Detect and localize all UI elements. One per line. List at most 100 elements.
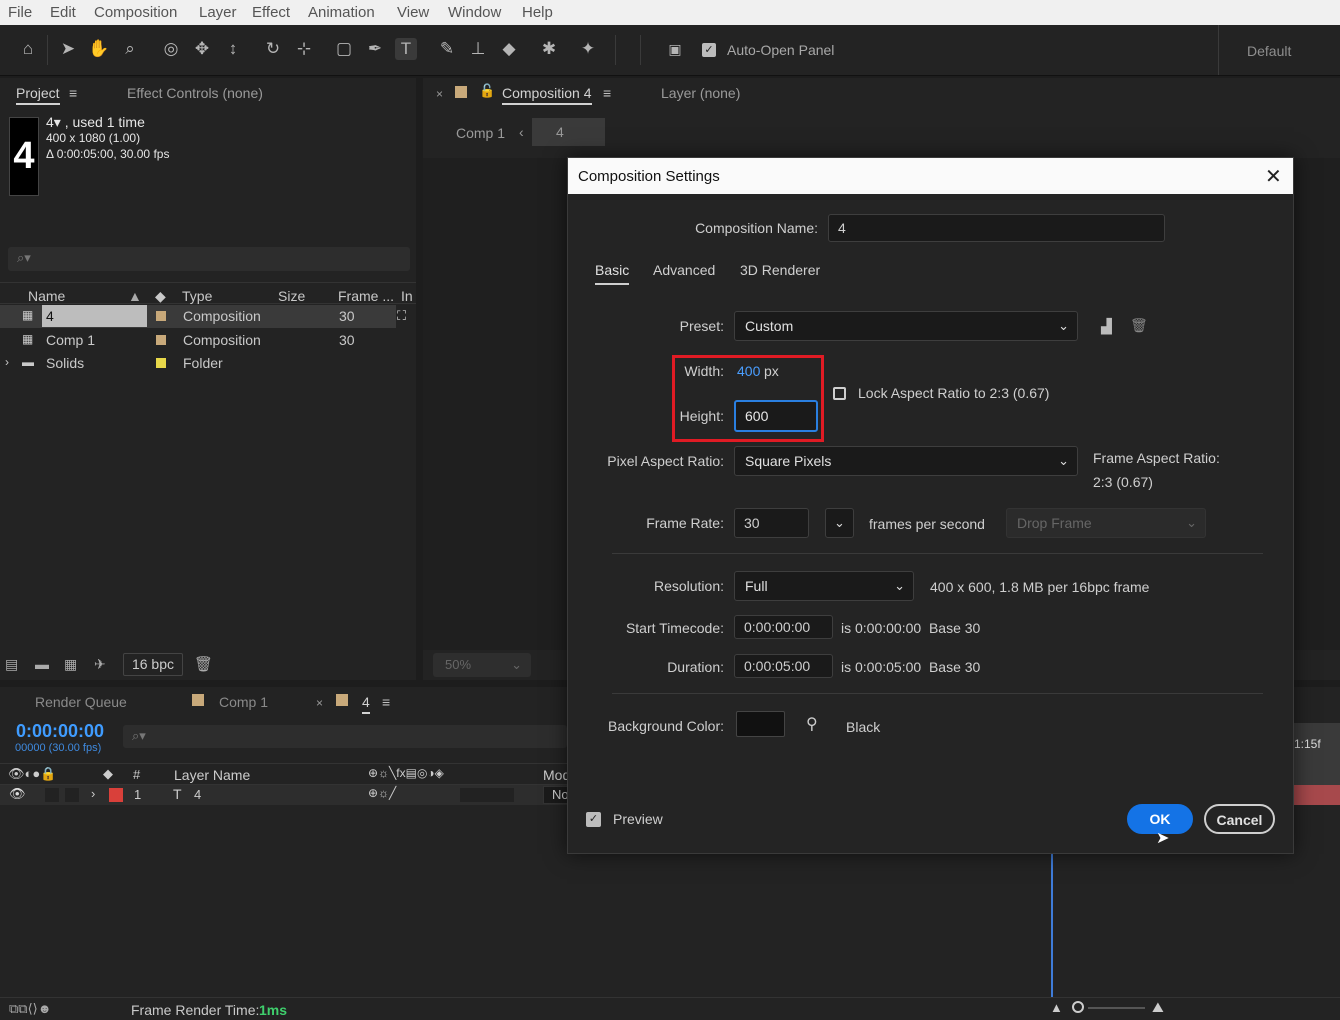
frame-rate-input[interactable] — [734, 508, 809, 538]
pan-behind-tool-icon[interactable]: ⊹ — [293, 38, 315, 60]
zoom-slider-handle[interactable] — [1072, 1001, 1084, 1013]
layer-switches-icons[interactable]: ⊕☼╱ — [368, 786, 396, 800]
workspace-default[interactable]: Default — [1247, 43, 1291, 59]
dolly-camera-icon[interactable]: ↕ — [222, 38, 244, 60]
rotate-tool-icon[interactable]: ↻ — [262, 38, 284, 60]
home-icon[interactable]: ⌂ — [17, 38, 39, 60]
pixel-aspect-ratio-dropdown[interactable]: Square Pixels ⌄ — [734, 446, 1078, 476]
bit-depth-button[interactable]: 16 bpc — [123, 653, 183, 676]
zoom-slider-track[interactable] — [1088, 1007, 1145, 1009]
breadcrumb-comp1[interactable]: Comp 1 — [456, 125, 505, 141]
project-item-comp-1[interactable]: ▦ Comp 1 Composition 30 — [0, 329, 396, 352]
eye-icon[interactable]: 👁 — [9, 786, 26, 802]
height-input[interactable] — [734, 400, 818, 432]
zoom-in-icon[interactable]: ⛰ — [1152, 999, 1164, 1016]
tab-advanced[interactable]: Advanced — [653, 262, 715, 278]
layer-label-swatch[interactable] — [109, 788, 123, 802]
clone-stamp-tool-icon[interactable]: ⊥ — [467, 38, 489, 60]
menu-file[interactable]: File — [8, 4, 32, 21]
layer-name[interactable]: 4 — [194, 787, 201, 802]
lock-icon[interactable]: 🔓 — [479, 83, 495, 99]
breadcrumb-current[interactable]: 4 — [532, 118, 605, 146]
auto-open-panel-toggle[interactable]: ✓ Auto-Open Panel — [702, 42, 834, 58]
save-preset-icon[interactable]: ▟ — [1101, 318, 1112, 335]
comp-name-input[interactable] — [828, 214, 1165, 242]
menu-view[interactable]: View — [397, 4, 429, 21]
col-type[interactable]: Type — [182, 288, 212, 304]
eraser-tool-icon[interactable]: ◆ — [498, 38, 520, 60]
tab-timeline-current[interactable]: 4 — [362, 694, 370, 714]
chevron-right-icon[interactable]: › — [5, 355, 9, 369]
menu-window[interactable]: Window — [448, 4, 501, 21]
tab-render-queue[interactable]: Render Queue — [35, 694, 127, 710]
width-value[interactable]: 400 — [737, 363, 760, 379]
status-toggle-icons[interactable]: ⧉⧉⟨⟩☻ — [9, 1001, 51, 1017]
menu-animation[interactable]: Animation — [308, 4, 375, 21]
checkbox-checked-icon[interactable]: ✓ — [586, 811, 601, 827]
zoom-dropdown[interactable]: 50% ⌄ — [433, 653, 531, 677]
label-tag-icon[interactable]: ◆ — [155, 288, 166, 305]
orbit-camera-icon[interactable]: ◎ — [160, 38, 182, 60]
lock-aspect-ratio-checkbox[interactable]: Lock Aspect Ratio to 2:3 (0.67) — [833, 385, 1049, 401]
tab-effect-controls[interactable]: Effect Controls (none) — [127, 85, 263, 101]
col-in[interactable]: In — [401, 288, 413, 304]
panel-menu-icon[interactable]: ≡ — [382, 694, 390, 710]
project-item-comp-4[interactable]: ▦ 4 Composition 30 — [0, 305, 396, 328]
chevron-right-icon[interactable]: › — [91, 786, 95, 801]
solo-toggle[interactable] — [45, 788, 59, 802]
zoom-tool-icon[interactable]: ⌕ — [119, 38, 141, 60]
col-name[interactable]: Name — [28, 288, 65, 304]
start-timecode-input[interactable] — [734, 615, 833, 639]
col-frame-rate[interactable]: Frame ... — [338, 288, 394, 304]
tab-comp1[interactable]: Comp 1 — [219, 694, 268, 710]
layer-duration-bar[interactable] — [1294, 785, 1340, 805]
timeline-search-input[interactable]: ⌕▾ — [123, 725, 567, 748]
pen-tool-icon[interactable]: ✒ — [364, 38, 386, 60]
flowchart-icon[interactable]: ⛶ — [397, 308, 406, 324]
panel-menu-icon[interactable]: ≡ — [69, 85, 77, 101]
frame-rate-dropdown[interactable]: ⌄ — [825, 508, 854, 538]
snapping-icon[interactable]: ▣ — [664, 38, 686, 60]
menu-layer[interactable]: Layer — [199, 4, 237, 21]
rectangle-tool-icon[interactable]: ▢ — [333, 38, 355, 60]
chevron-left-icon[interactable]: ‹ — [519, 124, 524, 140]
checkbox-unchecked-icon[interactable] — [833, 386, 846, 400]
label-swatch[interactable] — [156, 358, 166, 368]
zoom-out-icon[interactable]: ▲ — [1050, 1000, 1063, 1015]
adjust-icon[interactable]: ✈ — [94, 656, 106, 673]
col-size[interactable]: Size — [278, 288, 305, 304]
hand-tool-icon[interactable]: ✋ — [88, 38, 110, 60]
lock-toggle[interactable] — [65, 788, 79, 802]
layer-switch-boxes[interactable] — [460, 788, 514, 802]
tab-layer[interactable]: Layer (none) — [661, 85, 740, 101]
resolution-dropdown[interactable]: Full ⌄ — [734, 571, 914, 601]
preview-checkbox[interactable]: ✓ Preview — [586, 811, 663, 827]
puppet-tool-icon[interactable]: ✦ — [577, 38, 599, 60]
menu-help[interactable]: Help — [522, 4, 553, 21]
current-timecode[interactable]: 0:00:00:00 — [16, 721, 104, 742]
new-composition-icon[interactable]: ▦ — [64, 656, 77, 673]
checkbox-checked-icon[interactable]: ✓ — [702, 43, 716, 57]
tab-basic[interactable]: Basic — [595, 262, 630, 285]
brush-tool-icon[interactable]: ✎ — [436, 38, 458, 60]
playhead[interactable] — [1051, 854, 1053, 997]
tab-project[interactable]: Project — [16, 85, 60, 105]
label-swatch[interactable] — [156, 335, 166, 345]
background-color-swatch[interactable] — [736, 711, 785, 737]
tab-3d-renderer[interactable]: 3D Renderer — [740, 262, 820, 278]
delete-preset-icon[interactable]: 🗑 — [1130, 317, 1148, 334]
tab-composition[interactable]: Composition 4 — [502, 85, 592, 105]
project-search-input[interactable]: ⌕▾ — [8, 247, 410, 271]
layer-row[interactable]: 👁 › 1 T 4 ⊕☼╱ No — [0, 785, 573, 805]
menu-effect[interactable]: Effect — [252, 4, 290, 21]
cancel-button[interactable]: Cancel — [1204, 804, 1275, 834]
close-tab-icon[interactable]: × — [436, 87, 443, 101]
label-swatch[interactable] — [156, 311, 166, 321]
duration-input[interactable] — [734, 654, 833, 678]
sort-ascending-icon[interactable]: ▲ — [128, 288, 142, 304]
panel-menu-icon[interactable]: ≡ — [603, 85, 611, 101]
menu-edit[interactable]: Edit — [50, 4, 76, 21]
new-folder-icon[interactable]: ▬ — [35, 656, 49, 672]
project-item-solids[interactable]: › ▬ Solids Folder — [0, 352, 396, 375]
type-tool-icon[interactable]: T — [395, 38, 417, 60]
